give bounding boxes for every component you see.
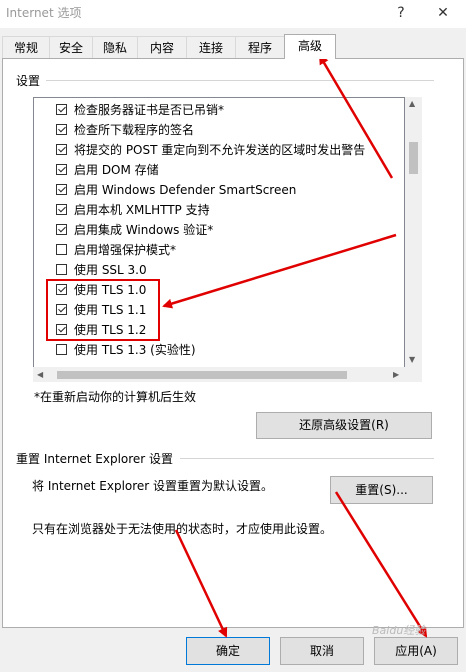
arrow-to-advanced-tab xyxy=(318,54,394,179)
watermark: Baidu经验 xyxy=(372,624,426,637)
tab-advanced[interactable]: 高级 xyxy=(284,34,336,59)
arrow-to-apply-button xyxy=(334,491,428,638)
arrow-to-tls-box xyxy=(162,233,397,309)
arrow-to-ok-button xyxy=(174,529,228,638)
annotation-arrows xyxy=(162,54,428,638)
